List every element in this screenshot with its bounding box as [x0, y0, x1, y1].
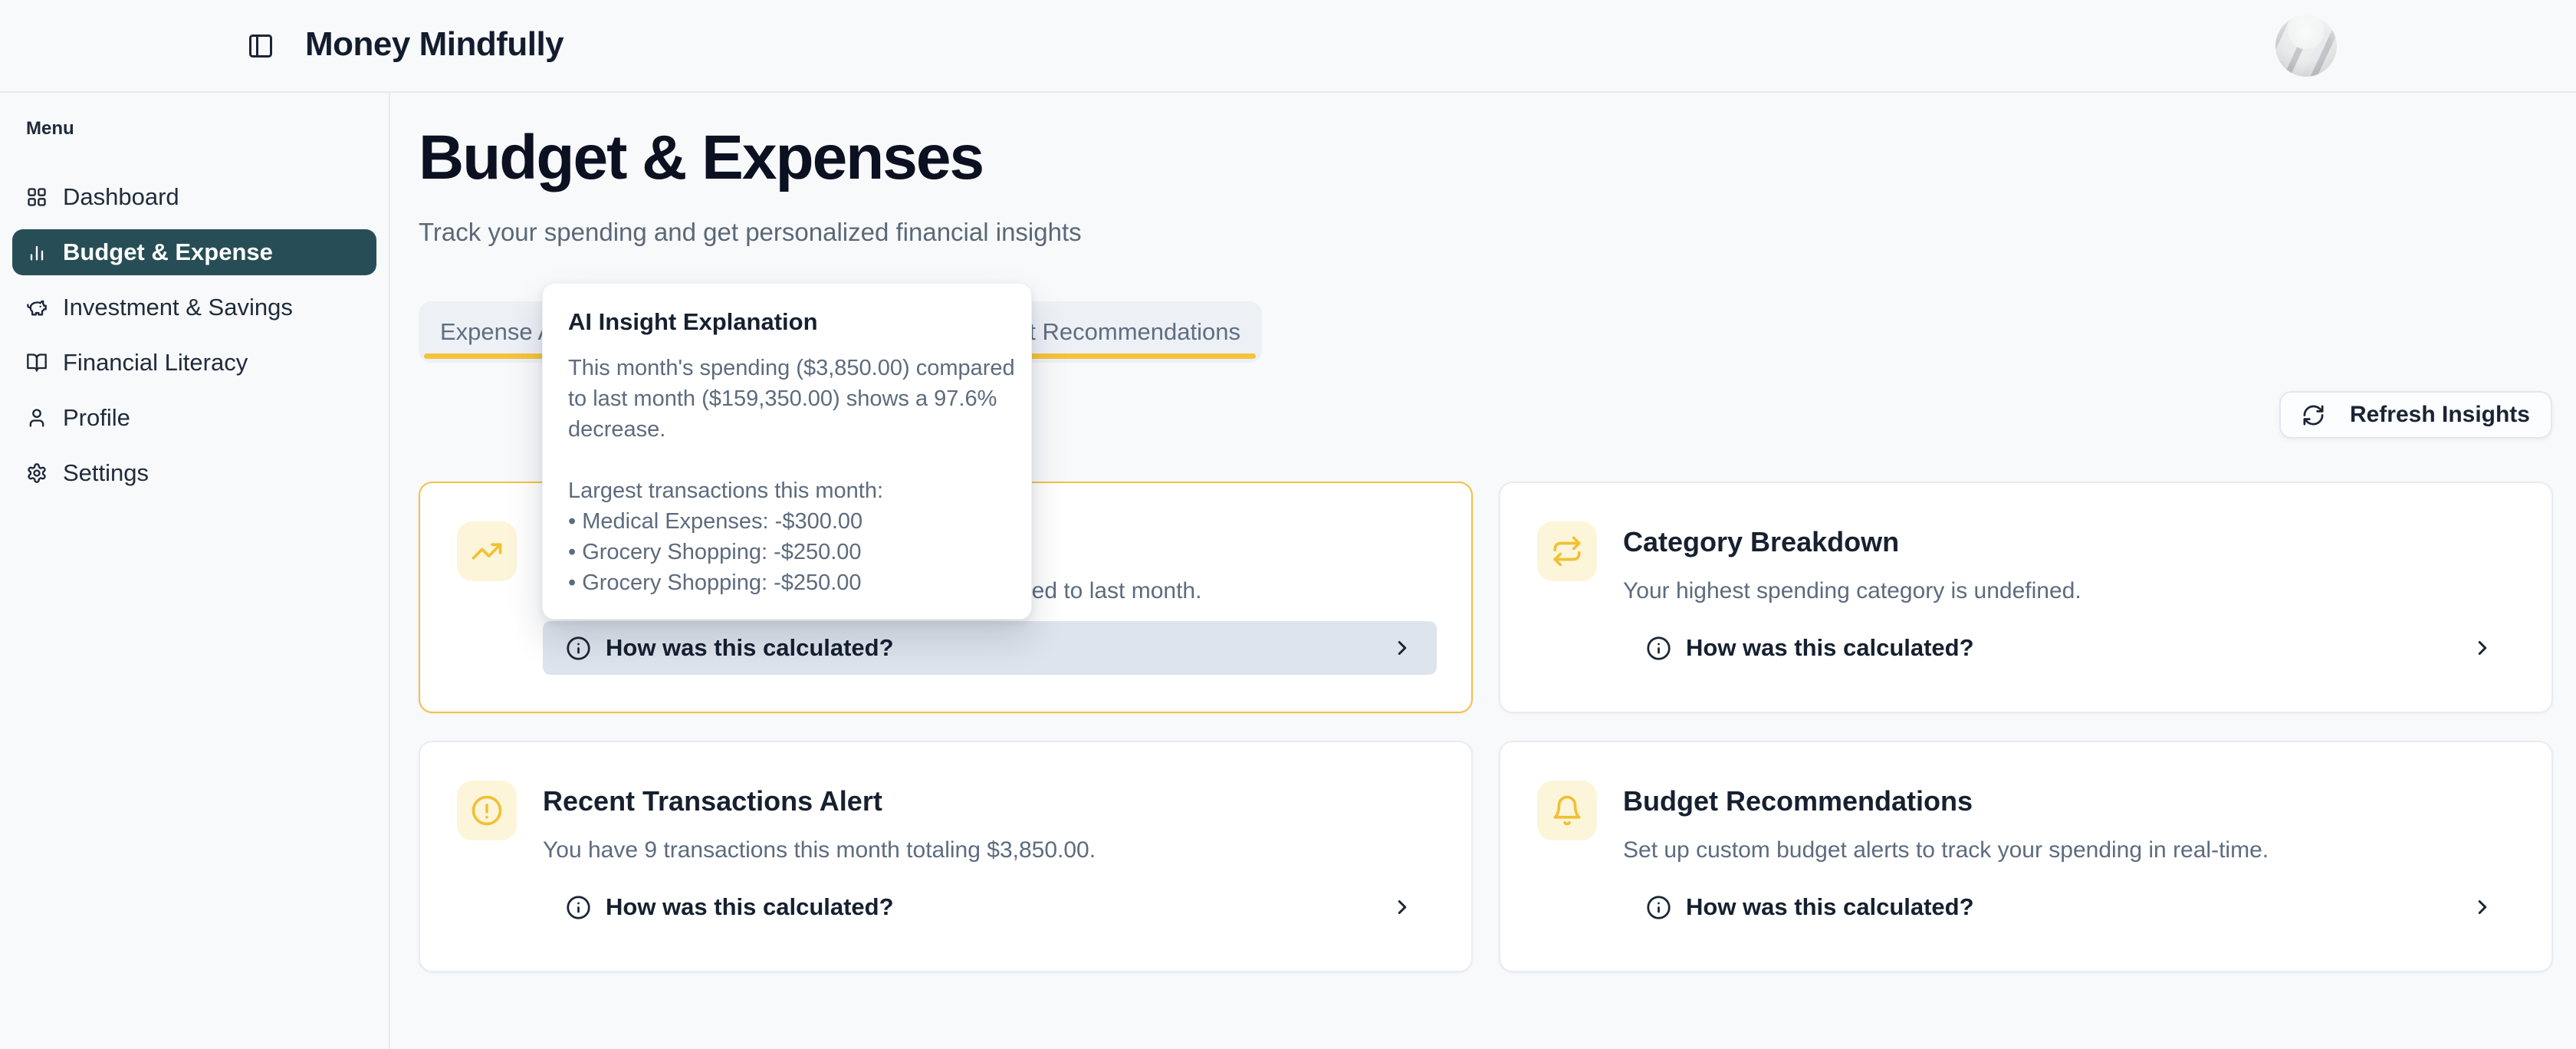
- card-description: You have 9 transactions this month total…: [543, 837, 1096, 863]
- menu-section-label: Menu: [26, 118, 389, 140]
- how-calculated-button[interactable]: How was this calculated?: [1623, 621, 2517, 675]
- panel-left-icon: [247, 32, 274, 60]
- sidebar-item-label: Dashboard: [63, 183, 179, 211]
- card-icon-square: [1537, 521, 1597, 581]
- popover-title: AI Insight Explanation: [568, 308, 1006, 336]
- sidebar-item-label: Profile: [63, 404, 130, 432]
- how-calculated-label: How was this calculated?: [606, 893, 894, 921]
- how-calculated-button[interactable]: How was this calculated?: [543, 880, 1437, 934]
- popover-line: • Grocery Shopping: -$250.00: [568, 567, 1006, 598]
- popover-line: • Medical Expenses: -$300.00: [568, 506, 1006, 537]
- popover-line: [568, 445, 1006, 475]
- card-icon-square: [1537, 781, 1597, 840]
- sidebar-item-settings[interactable]: Settings: [12, 446, 376, 501]
- sidebar-item-financial-literacy[interactable]: Financial Literacy: [12, 335, 376, 390]
- refresh-insights-label: Refresh Insights: [2350, 402, 2530, 428]
- card-description: Your highest spending category is undefi…: [1623, 578, 2082, 604]
- popover-line: • Grocery Shopping: -$250.00: [568, 537, 1006, 567]
- how-calculated-button[interactable]: How was this calculated?: [1623, 880, 2517, 934]
- card-category-breakdown: Category Breakdown Your highest spending…: [1499, 482, 2553, 713]
- gear-icon: [26, 462, 48, 484]
- avatar[interactable]: [2275, 15, 2337, 77]
- sidebar: Menu Dashboard Budget & Expense Investme…: [0, 93, 390, 1049]
- bar-chart-icon: [26, 242, 48, 263]
- card-recent-transactions-alert: Recent Transactions Alert You have 9 tra…: [419, 741, 1473, 972]
- card-title: Category Breakdown: [1623, 526, 1899, 558]
- page-title: Budget & Expenses: [419, 122, 983, 194]
- sidebar-toggle-button[interactable]: [244, 29, 278, 63]
- alert-circle-icon: [471, 794, 503, 827]
- sidebar-item-budget-expense[interactable]: Budget & Expense: [12, 229, 376, 275]
- trending-up-icon: [471, 535, 503, 567]
- page-subtitle: Track your spending and get personalized…: [419, 218, 1082, 247]
- piggy-bank-icon: [26, 297, 48, 318]
- chevron-right-icon: [1391, 636, 1414, 659]
- card-title: Budget Recommendations: [1623, 785, 1973, 817]
- book-open-icon: [26, 352, 48, 373]
- bell-icon: [1551, 794, 1583, 827]
- repeat-icon: [1551, 535, 1583, 567]
- card-title: Recent Transactions Alert: [543, 785, 882, 817]
- popover-line: to last month ($159,350.00) shows a 97.6…: [568, 383, 1006, 414]
- popover-line: This month's spending ($3,850.00) compar…: [568, 353, 1006, 383]
- app-title: Money Mindfully: [305, 25, 564, 64]
- sidebar-nav: Dashboard Budget & Expense Investment & …: [0, 169, 389, 501]
- info-icon: [1646, 895, 1671, 920]
- dashboard-icon: [26, 186, 48, 208]
- card-budget-recommendations: Budget Recommendations Set up custom bud…: [1499, 741, 2553, 972]
- chevron-right-icon: [2471, 896, 2494, 919]
- main-content: Budget & Expenses Track your spending an…: [390, 93, 2576, 1049]
- info-icon: [566, 636, 591, 661]
- refresh-icon: [2302, 403, 2325, 427]
- how-calculated-label: How was this calculated?: [1686, 893, 1974, 921]
- chevron-right-icon: [2471, 636, 2494, 659]
- how-calculated-label: How was this calculated?: [1686, 634, 1974, 662]
- popover-line: decrease.: [568, 414, 1006, 445]
- card-icon-square: [457, 781, 517, 840]
- sidebar-item-profile[interactable]: Profile: [12, 390, 376, 446]
- sidebar-item-label: Budget & Expense: [63, 238, 273, 266]
- how-calculated-label: How was this calculated?: [606, 634, 894, 662]
- user-icon: [26, 407, 48, 429]
- how-calculated-button[interactable]: How was this calculated?: [543, 621, 1437, 675]
- sidebar-item-label: Investment & Savings: [63, 294, 293, 321]
- sidebar-item-label: Settings: [63, 459, 149, 487]
- app-header: Money Mindfully: [0, 0, 2576, 93]
- sidebar-item-investment-savings[interactable]: Investment & Savings: [12, 280, 376, 335]
- card-icon-square: [457, 521, 517, 581]
- info-icon: [566, 895, 591, 920]
- sidebar-item-dashboard[interactable]: Dashboard: [12, 169, 376, 225]
- ai-insight-popover: AI Insight Explanation This month's spen…: [542, 283, 1032, 620]
- card-description: Set up custom budget alerts to track you…: [1623, 837, 2269, 863]
- info-icon: [1646, 636, 1671, 661]
- popover-line: Largest transactions this month:: [568, 475, 1006, 506]
- sidebar-item-label: Financial Literacy: [63, 349, 248, 377]
- refresh-insights-button[interactable]: Refresh Insights: [2279, 391, 2552, 439]
- chevron-right-icon: [1391, 896, 1414, 919]
